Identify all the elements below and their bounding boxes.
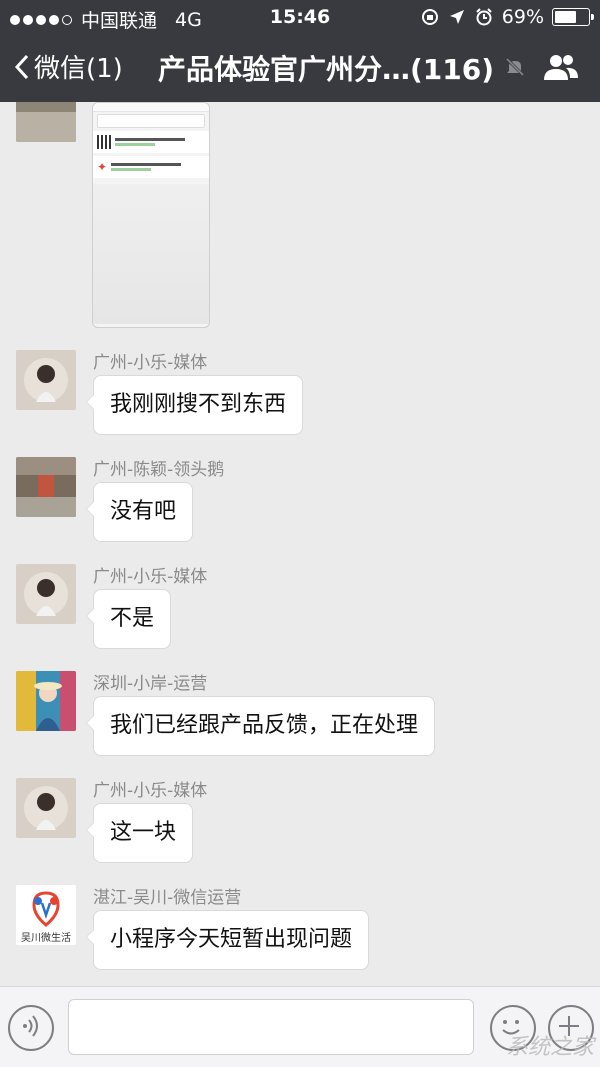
thumb-line	[115, 138, 185, 141]
message-bubble[interactable]: 没有吧	[85, 482, 194, 542]
status-bar: 中国联通 4G 15:46 69%	[0, 0, 600, 34]
thumb-line	[115, 143, 155, 146]
avatar[interactable]	[16, 671, 76, 731]
alarm-icon	[476, 8, 492, 26]
message-input[interactable]	[68, 999, 474, 1055]
rotation-lock-icon	[421, 9, 438, 25]
message-bubble[interactable]: 小程序今天短暂出现问题	[85, 910, 370, 970]
thumb-row	[93, 131, 209, 153]
message-bubble[interactable]: 我们已经跟产品反馈，正在处理	[85, 696, 436, 756]
avatar[interactable]	[16, 564, 76, 624]
sender-name: 广州-陈颖-领头鹅	[93, 460, 225, 480]
status-right: 69%	[420, 6, 594, 28]
nav-bar: 微信(1) 产品体验官广州分…(116)	[0, 34, 600, 102]
message-list[interactable]: ✦ 广州-小乐-媒体 我刚刚搜不到东西 广州-陈颖-领头鹅 没有吧 广州-小乐-…	[0, 102, 600, 986]
sender-name: 广州-小乐-媒体	[93, 781, 208, 801]
back-button[interactable]: 微信(1)	[14, 48, 123, 85]
avatar[interactable]	[16, 457, 76, 517]
message-bubble[interactable]: 这一块	[85, 803, 194, 863]
message-bubble[interactable]: 我刚刚搜不到东西	[85, 375, 304, 435]
battery-percent: 69%	[501, 6, 544, 28]
message-bubble[interactable]: 不是	[85, 589, 172, 649]
voice-icon	[23, 1015, 38, 1037]
sender-name: 广州-小乐-媒体	[93, 567, 208, 587]
sender-name: 湛江-吴川-微信运营	[93, 888, 242, 908]
chat-header: 中国联通 4G 15:46 69% 微信(1) 产品体验官广州分…(116)	[0, 0, 600, 102]
location-arrow-icon	[449, 10, 464, 24]
thumb-status	[93, 103, 209, 112]
watermark: 系统之家	[505, 1035, 594, 1060]
chat-title: 产品体验官广州分…(116)	[158, 53, 495, 86]
chevron-left-icon	[14, 54, 29, 79]
image-message[interactable]: ✦	[92, 102, 210, 328]
avatar[interactable]: 吴川微生活	[16, 885, 76, 945]
sender-name: 广州-小乐-媒体	[93, 353, 208, 373]
thumb-line	[111, 163, 182, 166]
thumb-qr-icon	[97, 135, 111, 149]
avatar-text: 吴川微生活	[21, 933, 71, 944]
group-members-icon[interactable]	[542, 52, 580, 82]
thumb-logo-icon: ✦	[97, 160, 108, 174]
thumb-row: ✦	[93, 156, 209, 178]
avatar[interactable]	[16, 102, 76, 142]
thumb-blur	[93, 184, 209, 324]
battery-level	[555, 11, 576, 23]
battery-icon	[552, 8, 594, 26]
muted-bell-icon	[505, 57, 525, 77]
thumb-search	[97, 114, 205, 128]
avatar[interactable]	[16, 350, 76, 410]
sender-name: 深圳-小岸-运营	[93, 674, 208, 694]
avatar[interactable]	[16, 778, 76, 838]
thumb-line	[111, 168, 152, 171]
voice-button[interactable]	[8, 1005, 54, 1051]
back-label: 微信(1)	[34, 54, 123, 84]
input-bar: 系统之家	[0, 986, 600, 1067]
